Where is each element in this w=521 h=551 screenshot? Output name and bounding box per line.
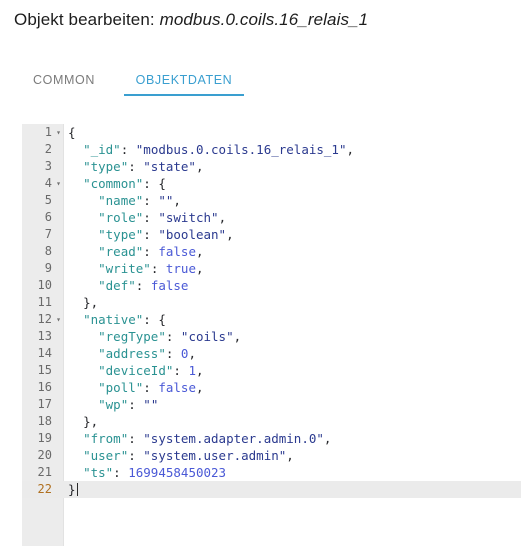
code-line[interactable]: 17 "wp": ""	[22, 396, 521, 413]
code-line[interactable]: 16 "poll": false,	[22, 379, 521, 396]
code-text: "common": {	[83, 176, 166, 191]
code-line[interactable]: 8 "read": false,	[22, 243, 521, 260]
line-number: 15	[37, 363, 52, 377]
code-text: "type": "boolean",	[98, 227, 234, 242]
code-text: "user": "system.user.admin",	[83, 448, 294, 463]
line-number: 3	[44, 159, 52, 173]
json-code-editor[interactable]: 1 ▾{2 "_id": "modbus.0.coils.16_relais_1"…	[22, 124, 521, 546]
code-line[interactable]: 14 "address": 0,	[22, 345, 521, 362]
code-line[interactable]: 18 },	[22, 413, 521, 430]
code-line[interactable]: 5 "name": "",	[22, 192, 521, 209]
fold-arrow-icon[interactable]: ▾	[54, 175, 63, 192]
line-number: 18	[37, 414, 52, 428]
fold-arrow-icon[interactable]: ▾	[54, 124, 63, 141]
code-text: "ts": 1699458450023	[83, 465, 227, 480]
line-number: 14	[37, 346, 52, 360]
code-line[interactable]: 20 "user": "system.user.admin",	[22, 447, 521, 464]
code-text: "type": "state",	[83, 159, 204, 174]
code-text: "deviceId": 1,	[98, 363, 204, 378]
code-text: "regType": "coils",	[98, 329, 242, 344]
line-number: 2	[44, 142, 52, 156]
code-line[interactable]: 1 ▾ {	[22, 124, 521, 141]
text-cursor	[76, 483, 78, 496]
code-text: "role": "switch",	[98, 210, 227, 225]
page-title-prefix: Objekt bearbeiten:	[14, 10, 155, 29]
code-text: "_id": "modbus.0.coils.16_relais_1",	[83, 142, 355, 157]
code-text: "poll": false,	[98, 380, 204, 395]
line-number: 16	[37, 380, 52, 394]
line-number: 5	[44, 193, 52, 207]
line-number: 8	[44, 244, 52, 258]
code-text: "read": false,	[98, 244, 204, 259]
line-number: 9	[44, 261, 52, 275]
fold-arrow-icon[interactable]: ▾	[54, 311, 63, 328]
line-number: 12	[37, 312, 52, 326]
code-line[interactable]: 22}	[22, 481, 521, 498]
line-number: 10	[37, 278, 52, 292]
code-text: }	[68, 482, 78, 497]
tab-bar: COMMON OBJEKTDATEN	[0, 64, 521, 98]
code-line[interactable]: 11 },	[22, 294, 521, 311]
code-text: },	[83, 414, 99, 429]
code-text: "from": "system.adapter.admin.0",	[83, 431, 332, 446]
line-number: 19	[37, 431, 52, 445]
code-line[interactable]: 7 "type": "boolean",	[22, 226, 521, 243]
line-number: 21	[37, 465, 52, 479]
code-text: "name": "",	[98, 193, 181, 208]
code-text: "address": 0,	[98, 346, 196, 361]
code-line[interactable]: 3 "type": "state",	[22, 158, 521, 175]
editor-lines[interactable]: 1 ▾{2 "_id": "modbus.0.coils.16_relais_1"…	[22, 124, 521, 498]
code-line[interactable]: 9 "write": true,	[22, 260, 521, 277]
line-number: 7	[44, 227, 52, 241]
line-number: 1	[44, 125, 52, 139]
active-tab-indicator	[124, 94, 244, 96]
code-text: "write": true,	[98, 261, 204, 276]
code-line[interactable]: 13 "regType": "coils",	[22, 328, 521, 345]
code-text: "def": false	[98, 278, 189, 293]
line-number: 22	[37, 482, 52, 496]
code-line[interactable]: 4 ▾ "common": {	[22, 175, 521, 192]
code-line[interactable]: 21 "ts": 1699458450023	[22, 464, 521, 481]
line-number: 4	[44, 176, 52, 190]
line-number: 13	[37, 329, 52, 343]
code-line[interactable]: 6 "role": "switch",	[22, 209, 521, 226]
line-number: 11	[37, 295, 52, 309]
tab-objektdaten[interactable]: OBJEKTDATEN	[116, 64, 252, 96]
code-text: },	[83, 295, 99, 310]
tab-common[interactable]: COMMON	[24, 64, 104, 96]
code-text: "native": {	[83, 312, 166, 327]
code-line[interactable]: 12 ▾ "native": {	[22, 311, 521, 328]
line-number: 6	[44, 210, 52, 224]
code-line[interactable]: 2 "_id": "modbus.0.coils.16_relais_1",	[22, 141, 521, 158]
active-line-highlight	[22, 481, 521, 498]
code-line[interactable]: 15 "deviceId": 1,	[22, 362, 521, 379]
code-text: "wp": ""	[98, 397, 159, 412]
code-line[interactable]: 10 "def": false	[22, 277, 521, 294]
code-line[interactable]: 19 "from": "system.adapter.admin.0",	[22, 430, 521, 447]
page-title-object-id: modbus.0.coils.16_relais_1	[159, 10, 369, 29]
line-number: 17	[37, 397, 52, 411]
code-text: {	[68, 125, 76, 140]
page-title: Objekt bearbeiten: modbus.0.coils.16_rel…	[14, 10, 368, 30]
line-number: 20	[37, 448, 52, 462]
